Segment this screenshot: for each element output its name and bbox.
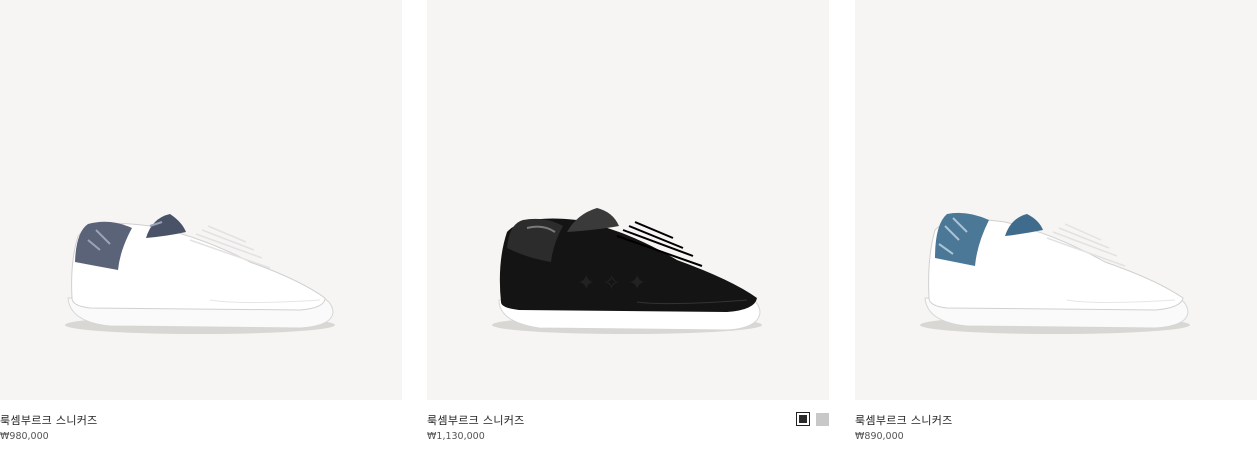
product-card[interactable]: 룩셈부르크 스니커즈 ₩980,000 [0, 0, 402, 466]
product-name[interactable]: 룩셈부르크 스니커즈 [427, 412, 525, 428]
product-price: ₩890,000 [855, 431, 904, 442]
product-name[interactable]: 룩셈부르크 스니커즈 [0, 412, 98, 428]
sneaker-white-blue-heel-image [920, 212, 1190, 334]
svg-text:✦ ✧ ✦: ✦ ✧ ✦ [577, 271, 646, 296]
color-swatches [796, 412, 829, 426]
product-name[interactable]: 룩셈부르크 스니커즈 [855, 412, 953, 428]
product-image[interactable] [855, 0, 1257, 400]
product-card[interactable]: ✦ ✧ ✦ 룩셈부르크 스니커즈 ₩1,130,000 [427, 0, 829, 466]
sneaker-black-image: ✦ ✧ ✦ [492, 208, 762, 334]
product-card[interactable]: 룩셈부르크 스니커즈 ₩890,000 [855, 0, 1257, 466]
product-price: ₩980,000 [0, 431, 49, 442]
product-price: ₩1,130,000 [427, 431, 485, 442]
product-image[interactable]: ✦ ✧ ✦ [427, 0, 829, 400]
grey-swatch[interactable] [816, 413, 829, 426]
product-image[interactable] [0, 0, 402, 400]
black-swatch[interactable] [796, 412, 810, 426]
sneaker-white-grey-heel-image [65, 214, 335, 334]
